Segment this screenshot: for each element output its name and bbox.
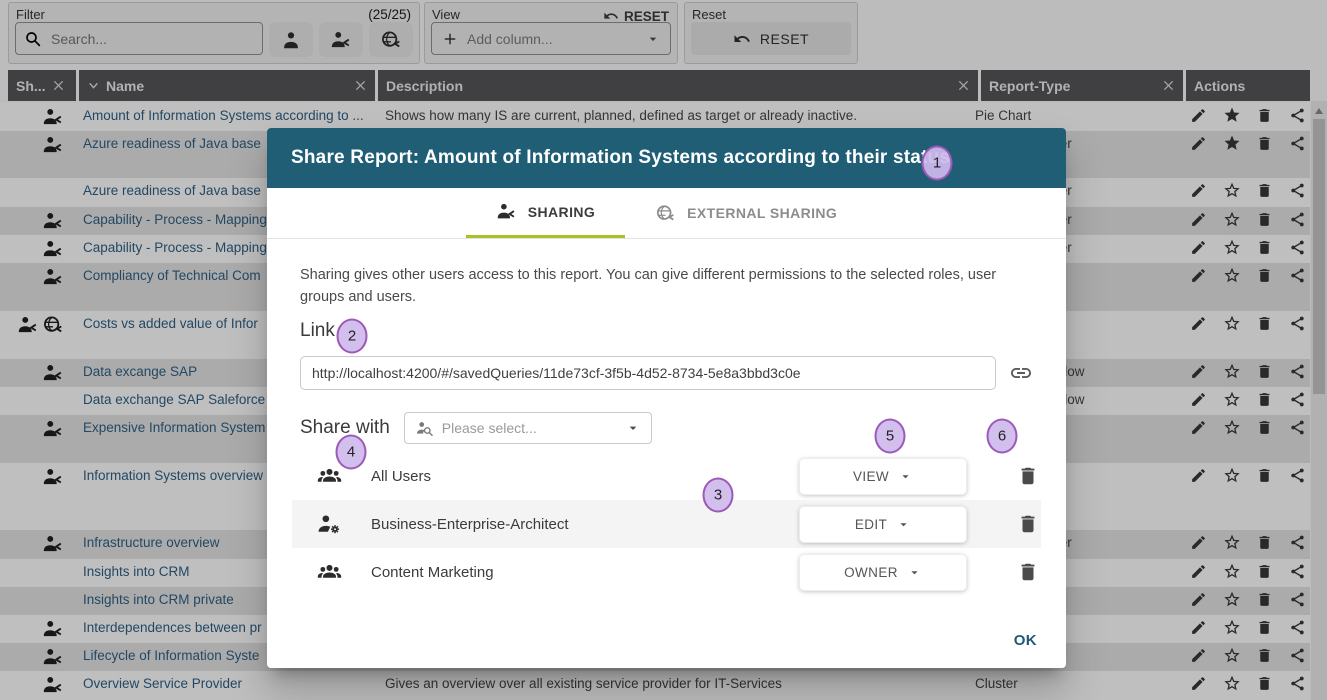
tab-sharing[interactable]: SHARING — [466, 188, 625, 238]
annotation-badge-2: 2 — [337, 319, 368, 354]
annotation-badge-6: 6 — [987, 419, 1018, 454]
person-search-icon — [415, 419, 434, 438]
dialog-body: Sharing gives other users access to this… — [267, 239, 1066, 596]
annotation-badge-5: 5 — [875, 419, 906, 454]
share-target-name: All Users — [371, 468, 431, 485]
remove-share-button[interactable] — [1017, 561, 1039, 583]
people-icon — [317, 464, 342, 489]
share-target-name: Content Marketing — [371, 564, 494, 581]
people-icon — [317, 560, 342, 585]
share-permission-row: Business-Enterprise-Architect EDIT — [292, 500, 1041, 548]
annotation-badge-3: 3 — [703, 478, 734, 513]
caret-down-icon — [625, 420, 641, 436]
link-heading: Link — [300, 320, 1033, 342]
permission-select-button[interactable]: VIEW — [799, 458, 967, 495]
annotation-badge-1: 1 — [922, 146, 953, 181]
remove-share-button[interactable] — [1017, 465, 1039, 487]
share-with-select[interactable]: Please select... — [404, 412, 652, 444]
permission-select-button[interactable]: EDIT — [799, 506, 967, 543]
caret-down-icon — [896, 517, 911, 532]
share-with-placeholder: Please select... — [442, 420, 537, 436]
link-icon[interactable] — [1009, 361, 1033, 385]
share-permission-row: Content Marketing OWNER — [292, 548, 1041, 596]
permission-value: OWNER — [844, 565, 898, 580]
app-screen: Filter (25/25) View RESET Add column... … — [0, 0, 1327, 700]
caret-down-icon — [898, 469, 913, 484]
permission-value: VIEW — [853, 469, 889, 484]
annotation-badge-4: 4 — [336, 435, 367, 470]
share-link-field[interactable]: http://localhost:4200/#/savedQueries/11d… — [300, 356, 996, 390]
share-report-dialog: Share Report: Amount of Information Syst… — [267, 128, 1066, 668]
share-permission-row: All Users VIEW — [292, 452, 1041, 500]
permission-value: EDIT — [855, 517, 887, 532]
remove-share-button[interactable] — [1017, 513, 1039, 535]
sharing-description-text: Sharing gives other users access to this… — [300, 265, 1033, 308]
person-share-icon — [496, 201, 517, 222]
dialog-tabs: SHARING EXTERNAL SHARING — [267, 188, 1066, 239]
share-target-name: Business-Enterprise-Architect — [371, 516, 569, 533]
share-permission-list: All Users VIEW Business-Enterprise-Archite… — [292, 452, 1041, 596]
globe-share-icon — [655, 203, 676, 224]
permission-select-button[interactable]: OWNER — [799, 554, 967, 591]
caret-down-icon — [907, 565, 922, 580]
person-gear-icon — [317, 512, 342, 537]
tab-external-sharing[interactable]: EXTERNAL SHARING — [625, 188, 867, 238]
ok-button[interactable]: OK — [1006, 626, 1045, 655]
